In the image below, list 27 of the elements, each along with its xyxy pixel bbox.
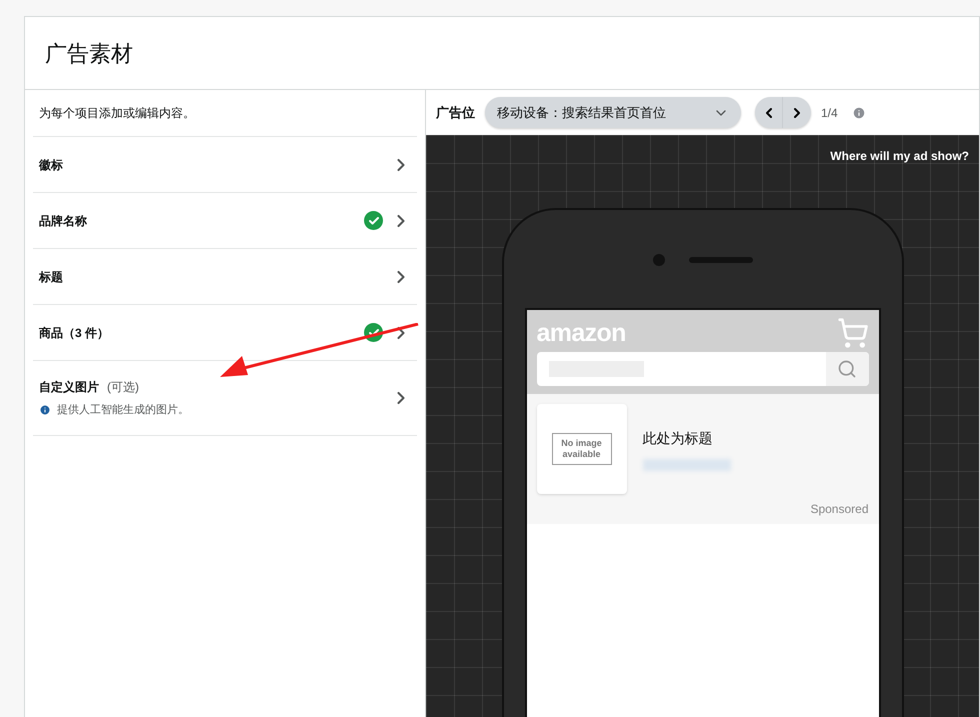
search-field[interactable]: [536, 352, 868, 386]
section-label: 商品（3 件）: [39, 324, 110, 342]
no-image-label: No image available: [552, 433, 612, 465]
camera-icon: [652, 254, 664, 266]
section-label: 标题: [39, 268, 63, 286]
search-icon: [837, 359, 857, 379]
optional-label: (可选): [107, 378, 139, 396]
section-label: 品牌名称: [39, 212, 87, 230]
section-row[interactable]: 品牌名称: [33, 193, 417, 249]
intro-text: 为每个项目添加或编辑内容。: [39, 105, 195, 122]
hint-text: 提供人工智能生成的图片。: [57, 402, 189, 418]
section-row[interactable]: 商品（3 件）: [33, 305, 417, 361]
page-counter: 1/4: [821, 104, 838, 122]
placement-label: 广告位: [436, 104, 475, 122]
placement-dropdown[interactable]: 移动设备：搜索结果首页首位: [485, 97, 741, 128]
info-icon: [39, 404, 51, 416]
product-title: 此处为标题: [642, 428, 714, 448]
section-label: 自定义图片: [39, 378, 99, 396]
help-link[interactable]: Where will my ad show?: [830, 147, 969, 165]
cart-icon: [836, 317, 868, 349]
speaker-icon: [688, 257, 752, 263]
page-title: 广告素材: [45, 40, 133, 68]
section-row[interactable]: 徽标: [33, 137, 417, 193]
section-label: 徽标: [39, 156, 63, 174]
section-row[interactable]: 标题: [33, 249, 417, 305]
info-icon[interactable]: [852, 106, 866, 120]
sponsored-label: Sponsored: [810, 501, 868, 518]
